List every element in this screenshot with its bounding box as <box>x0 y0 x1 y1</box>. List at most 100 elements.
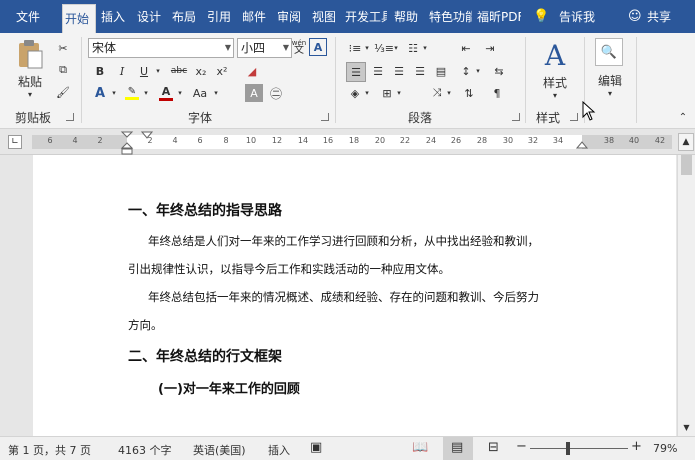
multilevel-dropdown-icon[interactable]: ▾ <box>420 39 430 57</box>
char-border-icon[interactable]: A <box>309 38 327 56</box>
numbering-dropdown-icon[interactable]: ▾ <box>391 39 401 57</box>
align-left-icon[interactable]: ☰ <box>346 62 366 82</box>
text-effects-icon[interactable]: A <box>91 84 109 102</box>
zoom-level[interactable]: 79% <box>653 442 677 455</box>
format-painter-icon[interactable]: 🖌 <box>54 83 72 101</box>
change-case-dropdown-icon[interactable]: ▾ <box>211 84 221 102</box>
page-count[interactable]: 第 1 页，共 7 页 <box>8 442 91 458</box>
tab-special-features[interactable]: 特色功能 <box>427 8 472 28</box>
document-page[interactable]: 一、年终总结的指导思路 年终总结是人们对一年来的工作学习进行回顾和分析，从中找出… <box>33 155 676 436</box>
sort-icon[interactable]: ⇅ <box>460 84 478 102</box>
italic-icon[interactable]: I <box>113 62 131 80</box>
subscript-icon[interactable]: x₂ <box>192 62 210 80</box>
zoom-in-icon[interactable]: + <box>631 439 642 454</box>
scrollbar-thumb[interactable] <box>681 155 692 175</box>
font-launcher-icon[interactable] <box>321 113 329 121</box>
justify-icon[interactable]: ☰ <box>411 62 429 80</box>
bold-icon[interactable]: B <box>91 62 109 80</box>
shading-dropdown-icon[interactable]: ▾ <box>362 84 372 102</box>
tab-mailings[interactable]: 邮件 <box>240 8 272 28</box>
highlight-dropdown-icon[interactable]: ▾ <box>141 84 151 102</box>
collapse-ribbon-icon[interactable]: ⌃ <box>676 111 690 123</box>
word-count[interactable]: 4163 个字 <box>118 442 172 458</box>
borders-dropdown-icon[interactable]: ▾ <box>394 84 404 102</box>
copy-icon[interactable]: ⧉ <box>54 61 72 79</box>
editing-dropdown-icon[interactable]: ▾ <box>604 88 616 98</box>
line-spacing-dropdown-icon[interactable]: ▾ <box>473 62 483 80</box>
enclose-chars-icon[interactable]: ㊁ <box>267 84 285 102</box>
tab-design[interactable]: 设计 <box>135 8 167 28</box>
underline-icon[interactable]: U <box>135 62 153 80</box>
first-line-indent-icon[interactable] <box>141 131 153 139</box>
zoom-slider-thumb[interactable] <box>566 442 570 455</box>
macro-record-icon[interactable]: ▣ <box>310 440 322 455</box>
styles-icon[interactable]: A <box>537 37 573 73</box>
underline-dropdown-icon[interactable]: ▾ <box>153 62 163 80</box>
show-marks-icon[interactable]: ¶ <box>488 84 506 102</box>
tab-review[interactable]: 审阅 <box>275 8 307 28</box>
align-right-icon[interactable]: ☰ <box>390 62 408 80</box>
scroll-up-icon[interactable]: ▲ <box>678 133 694 151</box>
group-separator <box>636 37 637 123</box>
indent-markers-icon[interactable] <box>120 131 134 155</box>
tab-foxit-pdf[interactable]: 福昕PDF <box>475 8 521 28</box>
tab-insert[interactable]: 插入 <box>99 8 131 28</box>
search-icon[interactable]: 🔍 <box>595 38 623 66</box>
paste-icon[interactable] <box>14 39 46 69</box>
person-icon[interactable]: ☺ <box>628 9 642 24</box>
change-case-icon[interactable]: Aa <box>189 84 211 102</box>
superscript-icon[interactable]: x² <box>213 62 231 80</box>
language-indicator[interactable]: 英语(美国) <box>193 442 246 458</box>
clipboard-launcher-icon[interactable] <box>66 113 74 121</box>
right-indent-icon[interactable] <box>576 141 588 149</box>
font-size-combo[interactable]: 小四 ▼ <box>237 38 292 58</box>
tab-references[interactable]: 引用 <box>205 8 237 28</box>
font-color-icon[interactable]: A <box>157 84 175 102</box>
ruler-tick-label: 20 <box>374 136 386 145</box>
editing-button[interactable]: 编辑 <box>590 72 630 88</box>
read-mode-icon[interactable]: 📖 <box>412 440 428 455</box>
horizontal-ruler[interactable]: ∟ 6 4 2 2 4 6 8 10 12 14 16 18 20 22 24 26 28 30 32 34 38 40 4… <box>0 129 695 155</box>
zoom-out-icon[interactable]: − <box>516 439 527 454</box>
text-effects-dropdown-icon[interactable]: ▾ <box>109 84 119 102</box>
paragraph-group-label: 段落 <box>407 111 432 125</box>
font-name-combo[interactable]: 宋体 ▼ <box>88 38 234 58</box>
tab-selector-icon[interactable]: ∟ <box>8 135 22 149</box>
clear-formatting-icon[interactable]: ◢ <box>243 62 261 80</box>
tab-home[interactable]: 开始 <box>62 4 96 33</box>
tab-file[interactable]: 文件 <box>14 8 48 28</box>
print-layout-icon[interactable]: ▤ <box>443 437 473 460</box>
align-center-icon[interactable]: ☰ <box>369 62 387 80</box>
tab-layout[interactable]: 布局 <box>170 8 202 28</box>
tab-help[interactable]: 帮助 <box>392 8 424 28</box>
paragraph-launcher-icon[interactable] <box>512 113 520 121</box>
share-button[interactable]: 共享 <box>645 8 679 28</box>
styles-button[interactable]: 样式 <box>536 74 574 90</box>
asian-layout-dropdown-icon[interactable]: ▾ <box>444 84 454 102</box>
font-color-dropdown-icon[interactable]: ▾ <box>175 84 185 102</box>
scroll-down-icon[interactable]: ▼ <box>679 420 694 434</box>
phonetic-guide-icon[interactable]: wén 文 <box>288 37 310 57</box>
decrease-indent-icon[interactable]: ⇤ <box>457 39 475 57</box>
highlight-icon[interactable]: ✎ <box>123 84 141 102</box>
char-shading-icon[interactable]: A <box>245 84 263 102</box>
insert-mode[interactable]: 插入 <box>268 442 290 458</box>
zoom-slider-track[interactable] <box>530 448 628 449</box>
bullets-dropdown-icon[interactable]: ▾ <box>362 39 372 57</box>
increase-indent-icon[interactable]: ⇥ <box>481 39 499 57</box>
paste-dropdown-icon[interactable]: ▾ <box>24 89 36 99</box>
vertical-scrollbar[interactable]: ▼ <box>677 155 695 436</box>
styles-launcher-icon[interactable] <box>570 113 578 121</box>
distributed-icon[interactable]: ▤ <box>432 62 450 80</box>
tab-developer[interactable]: 开发工具 <box>343 8 387 28</box>
tell-me-box[interactable]: 告诉我 <box>557 8 601 28</box>
web-layout-icon[interactable]: ⊟ <box>488 440 499 455</box>
cut-icon[interactable]: ✂ <box>54 39 72 57</box>
strikethrough-icon[interactable]: abc <box>168 62 190 80</box>
styles-dropdown-icon[interactable]: ▾ <box>549 90 561 100</box>
font-name-value: 宋体 <box>92 41 117 55</box>
text-direction-icon[interactable]: ⇆ <box>490 62 508 80</box>
paste-button[interactable]: 粘贴 <box>12 73 48 89</box>
lightbulb-icon[interactable]: 💡 <box>533 9 549 24</box>
tab-view[interactable]: 视图 <box>310 8 342 28</box>
